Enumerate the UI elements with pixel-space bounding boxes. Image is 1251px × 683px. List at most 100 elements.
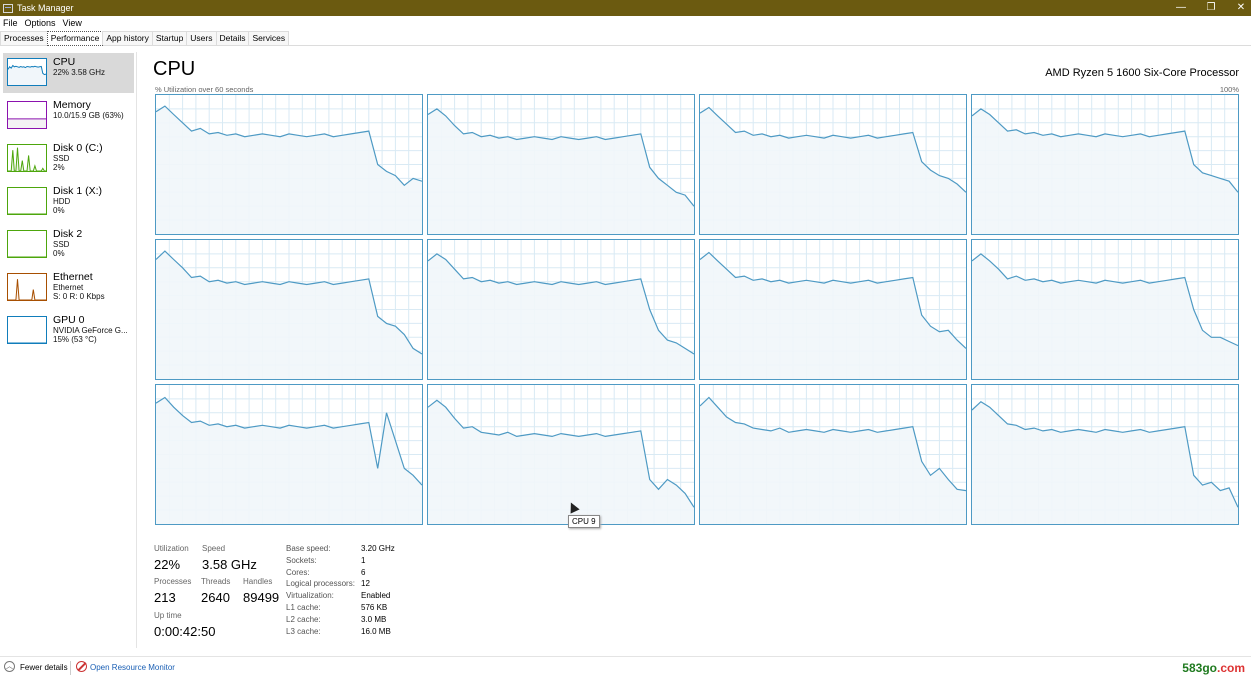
sidebar-thumbnail-graph	[7, 101, 47, 129]
menu-view[interactable]: View	[60, 18, 86, 28]
thumbnail-area	[8, 118, 46, 128]
thumbnail-line	[8, 147, 46, 171]
task-manager-icon	[3, 3, 13, 13]
restore-button[interactable]: ❐	[1196, 0, 1226, 16]
watermark-main: 583go	[1182, 661, 1217, 675]
tab-services[interactable]: Services	[248, 31, 290, 45]
tab-bar: Processes Performance App history Startup Us…	[0, 31, 1251, 46]
info-label: Sockets:	[286, 555, 317, 565]
chevron-up-icon[interactable]: ︿	[4, 661, 15, 672]
info-value: 6	[361, 567, 366, 577]
sidebar-thumbnail-graph	[7, 273, 47, 301]
axis-max-label: 100%	[1219, 85, 1239, 94]
info-value: 3.20 GHz	[361, 544, 395, 553]
sidebar-item-name: Memory	[53, 99, 91, 111]
threads-label: Threads	[201, 577, 231, 586]
minimize-button[interactable]: —	[1166, 0, 1196, 16]
footer-divider	[70, 661, 71, 675]
utilization-label: Utilization	[154, 544, 189, 553]
sidebar-item-name: CPU	[53, 56, 76, 68]
tab-performance[interactable]: Performance	[46, 31, 104, 46]
handles-label: Handles	[243, 577, 273, 586]
tab-users[interactable]: Users	[186, 31, 217, 45]
thumbnail-area	[8, 65, 46, 85]
menu-file[interactable]: File	[0, 18, 22, 28]
info-value: 16.0 MB	[361, 626, 391, 636]
sidebar-item-detail: 0%	[53, 249, 65, 258]
info-label: Base speed:	[286, 544, 331, 553]
info-label: Cores:	[286, 567, 310, 577]
sidebar-item-gpu[interactable]: GPU 0 NVIDIA GeForce G... 15% (53 °C)	[3, 311, 134, 351]
info-value: 12	[361, 579, 370, 589]
cpu-core-graph[interactable]	[427, 239, 695, 380]
watermark: 583go.com	[1182, 661, 1245, 675]
cpu-core-graph[interactable]	[699, 94, 967, 235]
info-label: Logical processors:	[286, 579, 355, 589]
menu-options[interactable]: Options	[22, 18, 60, 28]
tab-processes[interactable]: Processes	[0, 31, 48, 45]
tab-app-history[interactable]: App history	[102, 31, 153, 45]
cpu-core-graph[interactable]	[427, 384, 695, 525]
page-title: CPU	[153, 58, 196, 80]
sidebar-item-disk[interactable]: Disk 0 (C:) SSD 2%	[3, 139, 134, 179]
utilization-value: 22%	[154, 557, 181, 572]
info-value: 1	[361, 555, 366, 565]
cpu-core-graph[interactable]	[699, 384, 967, 525]
cpu-core-graph[interactable]	[971, 239, 1239, 380]
sidebar-item-name: Disk 0 (C:)	[53, 142, 103, 154]
cpu-core-graph[interactable]	[427, 94, 695, 235]
axis-label: % Utilization over 60 seconds	[155, 85, 254, 94]
sidebar-item-cpu[interactable]: CPU 22% 3.58 GHz	[3, 53, 134, 93]
sidebar-thumbnail-graph	[7, 58, 47, 86]
sidebar-item-disk[interactable]: Disk 2 SSD 0%	[3, 225, 134, 265]
sidebar-item-name: Disk 1 (X:)	[53, 185, 103, 197]
title-bar[interactable]: Task Manager — ❐ ✕	[0, 0, 1251, 16]
cpu-core-graph[interactable]	[155, 384, 423, 525]
sidebar-item-name: GPU 0	[53, 314, 85, 326]
sidebar-item-detail: S: 0 R: 0 Kbps	[53, 292, 105, 301]
tab-startup[interactable]: Startup	[151, 31, 188, 45]
cpu-core-graph[interactable]	[155, 239, 423, 380]
sidebar-item-memory[interactable]: Memory 10.0/15.9 GB (63%)	[3, 96, 134, 136]
info-label: Virtualization:	[286, 591, 334, 601]
speed-label: Speed	[202, 544, 226, 553]
cpu-graph-grid[interactable]	[155, 94, 1240, 527]
resource-sidebar: CPU 22% 3.58 GHz Memory 10.0/15.9 GB (63%) D…	[0, 52, 137, 648]
cpu-core-graph[interactable]	[699, 239, 967, 380]
tab-details[interactable]: Details	[215, 31, 250, 45]
menu-bar: File Options View	[0, 16, 1251, 30]
sidebar-thumbnail-graph	[7, 230, 47, 258]
info-value: 576 KB	[361, 603, 388, 612]
info-label: L1 cache:	[286, 603, 321, 612]
resource-monitor-icon[interactable]	[76, 661, 87, 672]
close-button[interactable]: ✕	[1226, 0, 1251, 16]
uptime-label: Up time	[154, 611, 182, 620]
watermark-tld: .com	[1216, 661, 1245, 675]
info-value: Enabled	[361, 591, 391, 601]
sidebar-item-ethernet[interactable]: Ethernet Ethernet S: 0 R: 0 Kbps	[3, 268, 134, 308]
sidebar-item-detail: NVIDIA GeForce G...	[53, 326, 128, 335]
footer: ︿ Fewer details Open Resource Monitor 58…	[0, 656, 1251, 681]
processes-value: 213	[154, 590, 176, 605]
sidebar-item-detail: 2%	[53, 163, 65, 172]
handles-value: 89499	[243, 590, 280, 605]
sidebar-item-name: Disk 2	[53, 228, 83, 240]
uptime-value: 0:00:42:50	[154, 624, 216, 639]
info-value: 3.0 MB	[361, 614, 387, 624]
thumbnail-area	[8, 279, 46, 300]
sidebar-item-disk[interactable]: Disk 1 (X:) HDD 0%	[3, 182, 134, 222]
cpu-core-graph[interactable]	[155, 94, 423, 235]
sidebar-item-detail: 10.0/15.9 GB (63%)	[53, 111, 124, 120]
sidebar-item-name: Ethernet	[53, 271, 93, 283]
sidebar-item-detail: SSD	[53, 240, 70, 249]
fewer-details-link[interactable]: Fewer details	[20, 663, 68, 672]
cpu-tooltip: CPU 9	[568, 515, 600, 528]
sidebar-item-detail: 15% (53 °C)	[53, 335, 97, 344]
cpu-core-graph[interactable]	[971, 94, 1239, 235]
cpu-core-graph[interactable]	[971, 384, 1239, 525]
processor-name: AMD Ryzen 5 1600 Six-Core Processor	[1045, 67, 1239, 79]
open-resource-monitor-link[interactable]: Open Resource Monitor	[90, 663, 175, 672]
thumbnail-line	[8, 279, 46, 300]
threads-value: 2640	[201, 590, 230, 605]
sidebar-item-detail: Ethernet	[53, 283, 84, 292]
